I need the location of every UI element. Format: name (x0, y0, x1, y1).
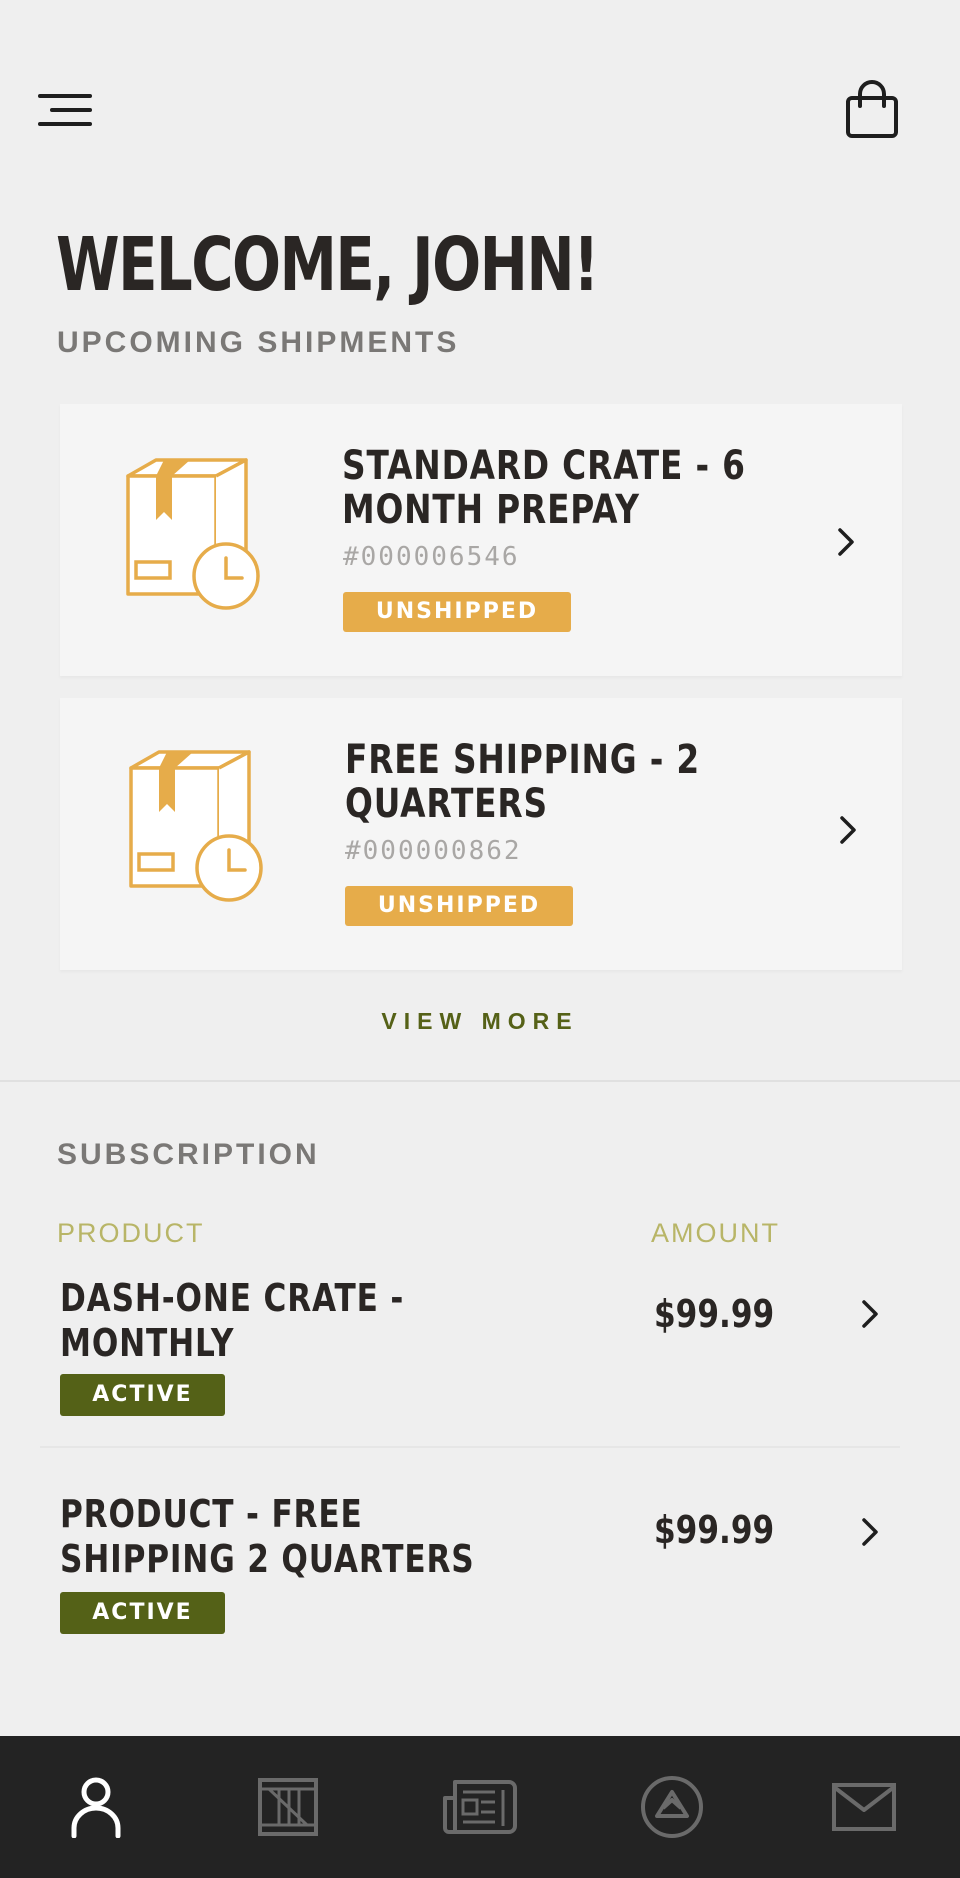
badge-icon (641, 1776, 703, 1838)
subscription-amount: $99.99 (654, 1508, 775, 1552)
row-divider (40, 1446, 900, 1448)
bottom-nav (0, 1736, 960, 1878)
shipment-number: #000006546 (343, 542, 520, 572)
status-badge: ACTIVE (60, 1374, 225, 1416)
chevron-right-icon (838, 528, 854, 556)
nav-item-news[interactable] (384, 1736, 576, 1878)
subscription-row[interactable]: DASH-ONE CRATE - MONTHLY $99.99 ACTIVE (0, 1276, 960, 1426)
shipment-card[interactable]: FREE SHIPPING - 2 QUARTERS #000000862 UN… (60, 698, 902, 970)
shipment-number: #000000862 (345, 836, 522, 866)
status-badge: UNSHIPPED (343, 592, 571, 632)
nav-item-crates[interactable] (192, 1736, 384, 1878)
menu-icon (38, 94, 92, 126)
crate-icon (258, 1778, 318, 1836)
subscription-amount: $99.99 (654, 1292, 775, 1336)
page-title: WELCOME, JOHN! (56, 222, 599, 308)
top-bar (0, 0, 960, 180)
nav-item-profile[interactable] (0, 1736, 192, 1878)
subscription-heading: SUBSCRIPTION (57, 1138, 320, 1171)
nav-item-mail[interactable] (768, 1736, 960, 1878)
user-icon (71, 1777, 121, 1838)
subscription-row[interactable]: PRODUCT - FREE SHIPPING 2 QUARTERS $99.9… (0, 1492, 960, 1642)
package-clock-icon (126, 458, 260, 610)
subscription-name: PRODUCT - FREE SHIPPING 2 QUARTERS (60, 1492, 475, 1581)
shopping-bag-icon (846, 80, 898, 138)
shipment-title: STANDARD CRATE - 6 MONTH PREPAY (342, 443, 746, 533)
package-clock-icon (129, 750, 263, 902)
subscription-name: DASH-ONE CRATE - MONTHLY (60, 1276, 405, 1365)
nav-item-badge[interactable] (576, 1736, 768, 1878)
section-divider (0, 1080, 960, 1082)
chevron-right-icon (862, 1518, 878, 1546)
product-column-header: PRODUCT (57, 1218, 205, 1248)
mail-icon (832, 1783, 896, 1831)
status-badge: ACTIVE (60, 1592, 225, 1634)
shipment-card[interactable]: STANDARD CRATE - 6 MONTH PREPAY #0000065… (60, 404, 902, 676)
cart-button[interactable] (840, 78, 900, 140)
shipment-title: FREE SHIPPING - 2 QUARTERS (345, 737, 701, 827)
news-icon (443, 1780, 517, 1834)
chevron-right-icon (862, 1300, 878, 1328)
upcoming-shipments-heading: UPCOMING SHIPMENTS (57, 326, 460, 359)
amount-column-header: AMOUNT (651, 1218, 780, 1248)
status-badge: UNSHIPPED (345, 886, 573, 926)
menu-button[interactable] (38, 88, 94, 136)
chevron-right-icon (840, 816, 856, 844)
view-more-link[interactable]: VIEW MORE (0, 1008, 960, 1035)
